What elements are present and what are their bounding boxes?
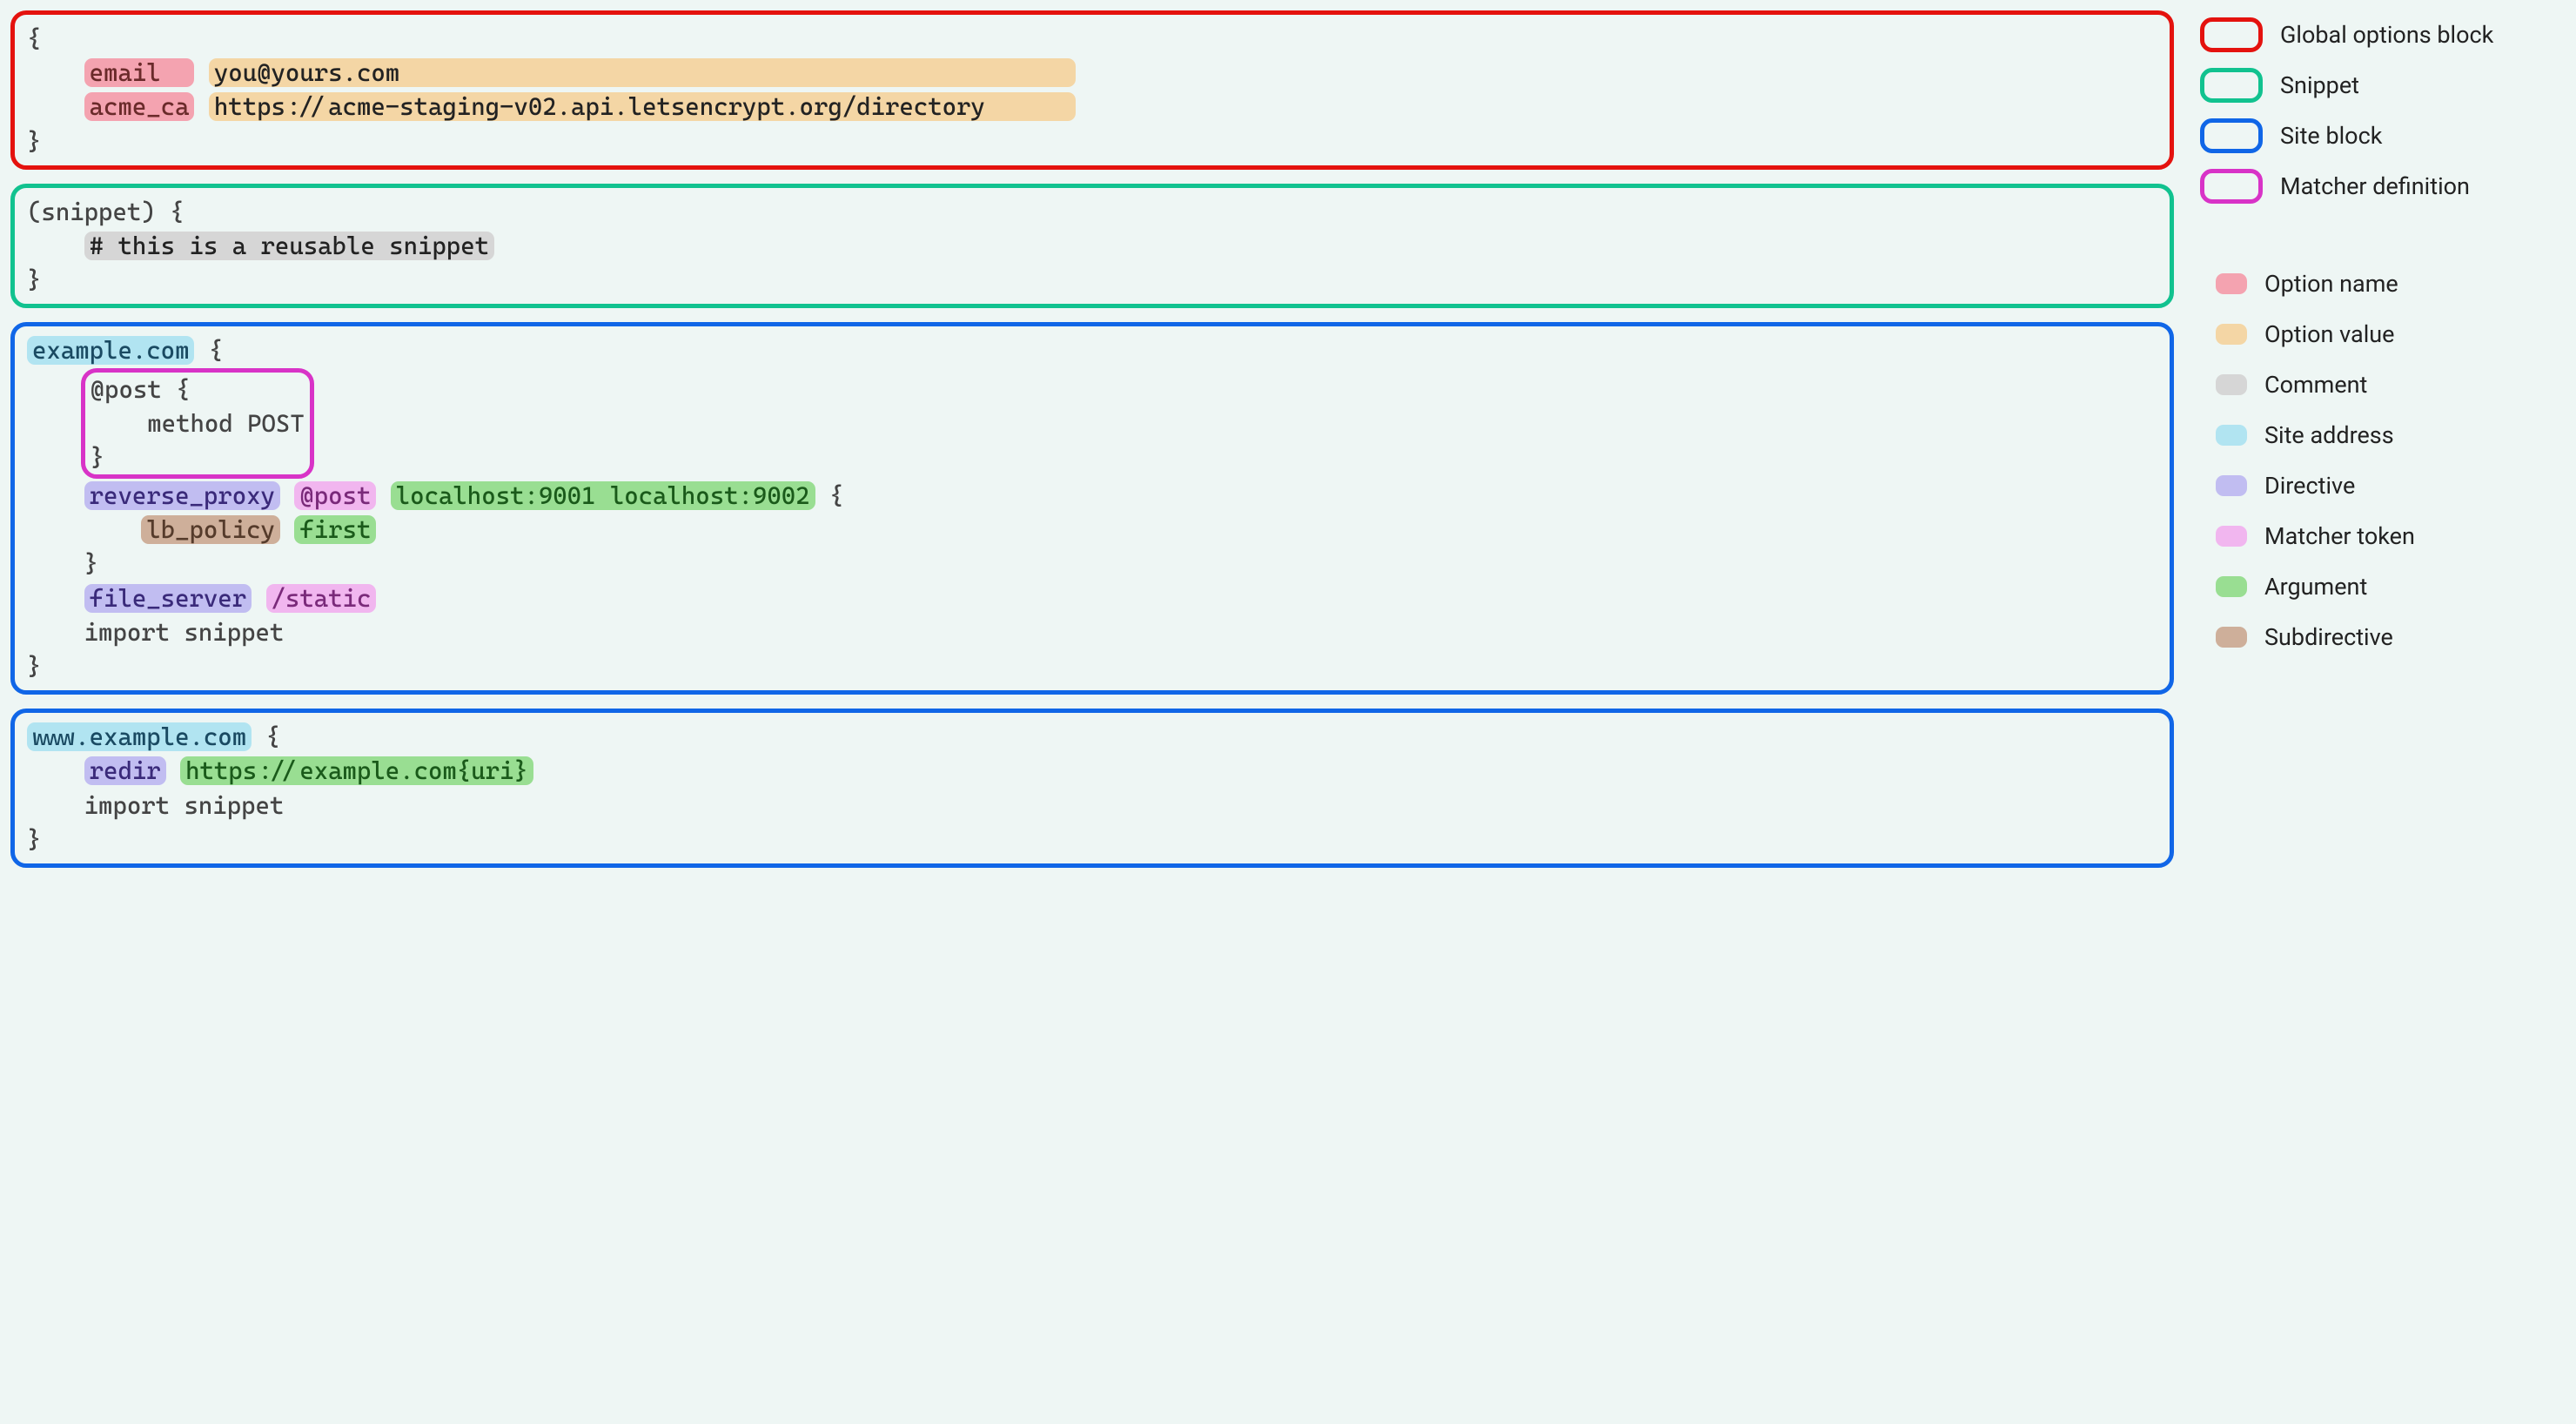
brace-open: { — [815, 481, 844, 510]
legend-row-optname: Option name — [2200, 265, 2557, 303]
matcher-body: method POST — [91, 409, 305, 438]
legend-row-arg: Argument — [2200, 568, 2557, 606]
legend-box-icon — [2200, 118, 2263, 153]
legend-label: Site address — [2264, 421, 2394, 449]
legend-row-matcher: Matcher definition — [2200, 167, 2557, 205]
legend-row-site: Site block — [2200, 117, 2557, 155]
brace-close: } — [27, 265, 41, 294]
brace-close: } — [27, 127, 41, 156]
legend: Global options block Snippet Site block … — [2191, 10, 2566, 1414]
legend-row-comment: Comment — [2200, 366, 2557, 404]
matcher-open: @post { — [91, 375, 191, 404]
legend-label: Matcher token — [2264, 522, 2415, 550]
legend-row-snippet: Snippet — [2200, 66, 2557, 104]
brace-open: { — [27, 24, 41, 53]
legend-row-directive: Directive — [2200, 467, 2557, 505]
directive-reverse-proxy: reverse_proxy — [84, 481, 280, 510]
legend-label: Global options block — [2280, 21, 2493, 49]
brace-open: { — [252, 722, 280, 751]
brace-open: { — [194, 336, 223, 365]
legend-label: Matcher definition — [2280, 172, 2470, 200]
legend-swatch-icon — [2216, 475, 2247, 496]
legend-row-optval: Option value — [2200, 315, 2557, 353]
caddyfile-diagram: { email you@yours.com acme_ca https://ac… — [0, 0, 2576, 1424]
legend-swatch-icon — [2216, 324, 2247, 345]
site-block-example: example.com { @post { method POST } reve… — [10, 322, 2174, 695]
argument-redir-url: https://example.com{uri} — [180, 756, 533, 785]
legend-box-icon — [2200, 68, 2263, 103]
legend-label: Argument — [2264, 573, 2367, 601]
legend-box-icon — [2200, 17, 2263, 52]
matcher-token-post: @post — [294, 481, 376, 510]
option-value-acme-ca: https://acme-staging-v02.api.letsencrypt… — [209, 92, 1076, 121]
directive-file-server: file_server — [84, 584, 252, 613]
matcher-close: } — [91, 443, 104, 472]
snippet-block: (snippet) { # this is a reusable snippet… — [10, 184, 2174, 309]
snippet-header: (snippet) { — [27, 198, 184, 226]
site-address-www: www.example.com — [27, 722, 252, 751]
legend-swatch-icon — [2216, 425, 2247, 446]
site-block-www: www.example.com { redir https://example.… — [10, 709, 2174, 868]
legend-label: Subdirective — [2264, 623, 2393, 651]
site-address: example.com — [27, 336, 194, 365]
legend-label: Option name — [2264, 270, 2398, 298]
global-options-block: { email you@yours.com acme_ca https://ac… — [10, 10, 2174, 170]
legend-label: Site block — [2280, 122, 2382, 150]
legend-row-global: Global options block — [2200, 16, 2557, 54]
brace-close: } — [27, 549, 98, 578]
directive-redir: redir — [84, 756, 166, 785]
legend-spacer — [2200, 218, 2557, 252]
legend-swatch-icon — [2216, 374, 2247, 395]
comment-text: # this is a reusable snippet — [84, 232, 494, 260]
argument-backends: localhost:9001 localhost:9002 — [391, 481, 815, 510]
legend-row-subdir: Subdirective — [2200, 618, 2557, 656]
legend-row-matchertok: Matcher token — [2200, 517, 2557, 555]
brace-close: } — [27, 652, 41, 681]
option-name-acme-ca: acme_ca — [84, 92, 195, 121]
import-line: import snippet — [27, 791, 284, 820]
matcher-token-static: /static — [266, 584, 377, 613]
legend-swatch-icon — [2216, 576, 2247, 597]
legend-label: Option value — [2264, 320, 2394, 348]
code-column: { email you@yours.com acme_ca https://ac… — [10, 10, 2174, 1414]
brace-close: } — [27, 825, 41, 854]
legend-swatch-icon — [2216, 627, 2247, 648]
legend-swatch-icon — [2216, 273, 2247, 294]
legend-label: Snippet — [2280, 71, 2359, 99]
import-line: import snippet — [27, 618, 284, 647]
legend-row-siteaddr: Site address — [2200, 416, 2557, 454]
legend-label: Comment — [2264, 371, 2367, 399]
option-value-email: you@yours.com — [209, 58, 1076, 87]
argument-first: first — [294, 515, 376, 544]
legend-swatch-icon — [2216, 526, 2247, 547]
matcher-definition: @post { method POST } — [81, 368, 314, 480]
option-name-email: email — [84, 58, 195, 87]
legend-label: Directive — [2264, 472, 2355, 500]
subdirective-lb-policy: lb_policy — [141, 515, 280, 544]
legend-box-icon — [2200, 169, 2263, 204]
